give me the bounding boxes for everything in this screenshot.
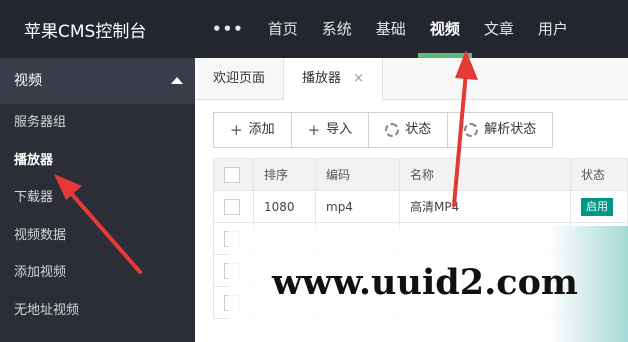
top-header: 苹果CMS控制台 ••• 首页 系统 基础 视频 文章 用户	[0, 0, 628, 58]
col-sort[interactable]: 排序	[253, 158, 316, 191]
sidebar-item-player[interactable]: 播放器	[0, 142, 195, 180]
row-checkbox[interactable]	[224, 198, 240, 215]
nav-video[interactable]: 视频	[417, 0, 472, 58]
tab-welcome[interactable]: 欢迎页面	[195, 58, 285, 100]
nav-more-icon[interactable]: •••	[200, 0, 256, 58]
app-brand[interactable]: 苹果CMS控制台	[24, 17, 146, 42]
select-all-checkbox[interactable]	[224, 166, 240, 183]
watermark-text: www.uuid2.com	[272, 262, 578, 303]
nav-user[interactable]: 用户	[526, 0, 580, 58]
tab-player-label: 播放器	[302, 71, 342, 86]
top-nav: ••• 首页 系统 基础 视频 文章 用户	[200, 0, 580, 58]
import-button-label: 导入	[326, 122, 353, 137]
tab-player[interactable]: 播放器 ×	[284, 58, 384, 101]
gear-icon	[464, 123, 479, 137]
parse-status-button-label: 解析状态	[484, 122, 537, 137]
triangle-up-icon	[171, 77, 183, 84]
sidebar-group-video[interactable]: 视频	[0, 58, 195, 104]
toolbar: + 添加 + 导入 状态 解析状态	[213, 112, 554, 148]
sidebar-item-no-address-video[interactable]: 无地址视频	[0, 292, 195, 330]
table-header-row: 排序 编码 名称 状态	[213, 158, 628, 191]
sidebar: 视频 服务器组 播放器 下载器 视频数据 添加视频 无地址视频	[0, 58, 195, 342]
sidebar-item-downloader[interactable]: 下载器	[0, 179, 195, 217]
status-button-label: 状态	[405, 122, 432, 137]
add-button-label: 添加	[248, 122, 275, 137]
cell-code: mp4	[315, 190, 400, 223]
select-all-cell	[213, 158, 254, 191]
nav-system[interactable]: 系统	[310, 0, 364, 58]
tab-bar: 欢迎页面 播放器 ×	[195, 58, 628, 101]
nav-basic[interactable]: 基础	[364, 0, 418, 58]
sidebar-item-video-data[interactable]: 视频数据	[0, 217, 195, 255]
nav-article[interactable]: 文章	[472, 0, 526, 58]
row-select-cell	[213, 190, 254, 223]
close-icon[interactable]: ×	[353, 71, 364, 86]
sidebar-group-label: 视频	[14, 73, 42, 89]
col-name[interactable]: 名称	[399, 158, 571, 191]
sidebar-item-server-group[interactable]: 服务器组	[0, 104, 195, 142]
table-row: 1080 mp4 高清MP4 启用	[213, 190, 628, 223]
col-status[interactable]: 状态	[570, 158, 628, 191]
parse-status-button[interactable]: 解析状态	[447, 112, 554, 148]
import-button[interactable]: + 导入	[290, 112, 370, 148]
add-button[interactable]: + 添加	[213, 112, 292, 148]
cell-status: 启用	[570, 190, 628, 223]
cell-sort: 1080	[253, 190, 316, 223]
gear-icon	[385, 123, 400, 137]
col-code[interactable]: 编码	[315, 158, 400, 191]
cell-name: 高清MP4	[399, 190, 571, 223]
nav-home[interactable]: 首页	[256, 0, 310, 58]
plus-icon: +	[230, 121, 243, 139]
plus-icon: +	[307, 121, 321, 139]
status-badge[interactable]: 启用	[581, 197, 613, 216]
sidebar-item-add-video[interactable]: 添加视频	[0, 254, 195, 292]
status-button[interactable]: 状态	[368, 112, 449, 148]
